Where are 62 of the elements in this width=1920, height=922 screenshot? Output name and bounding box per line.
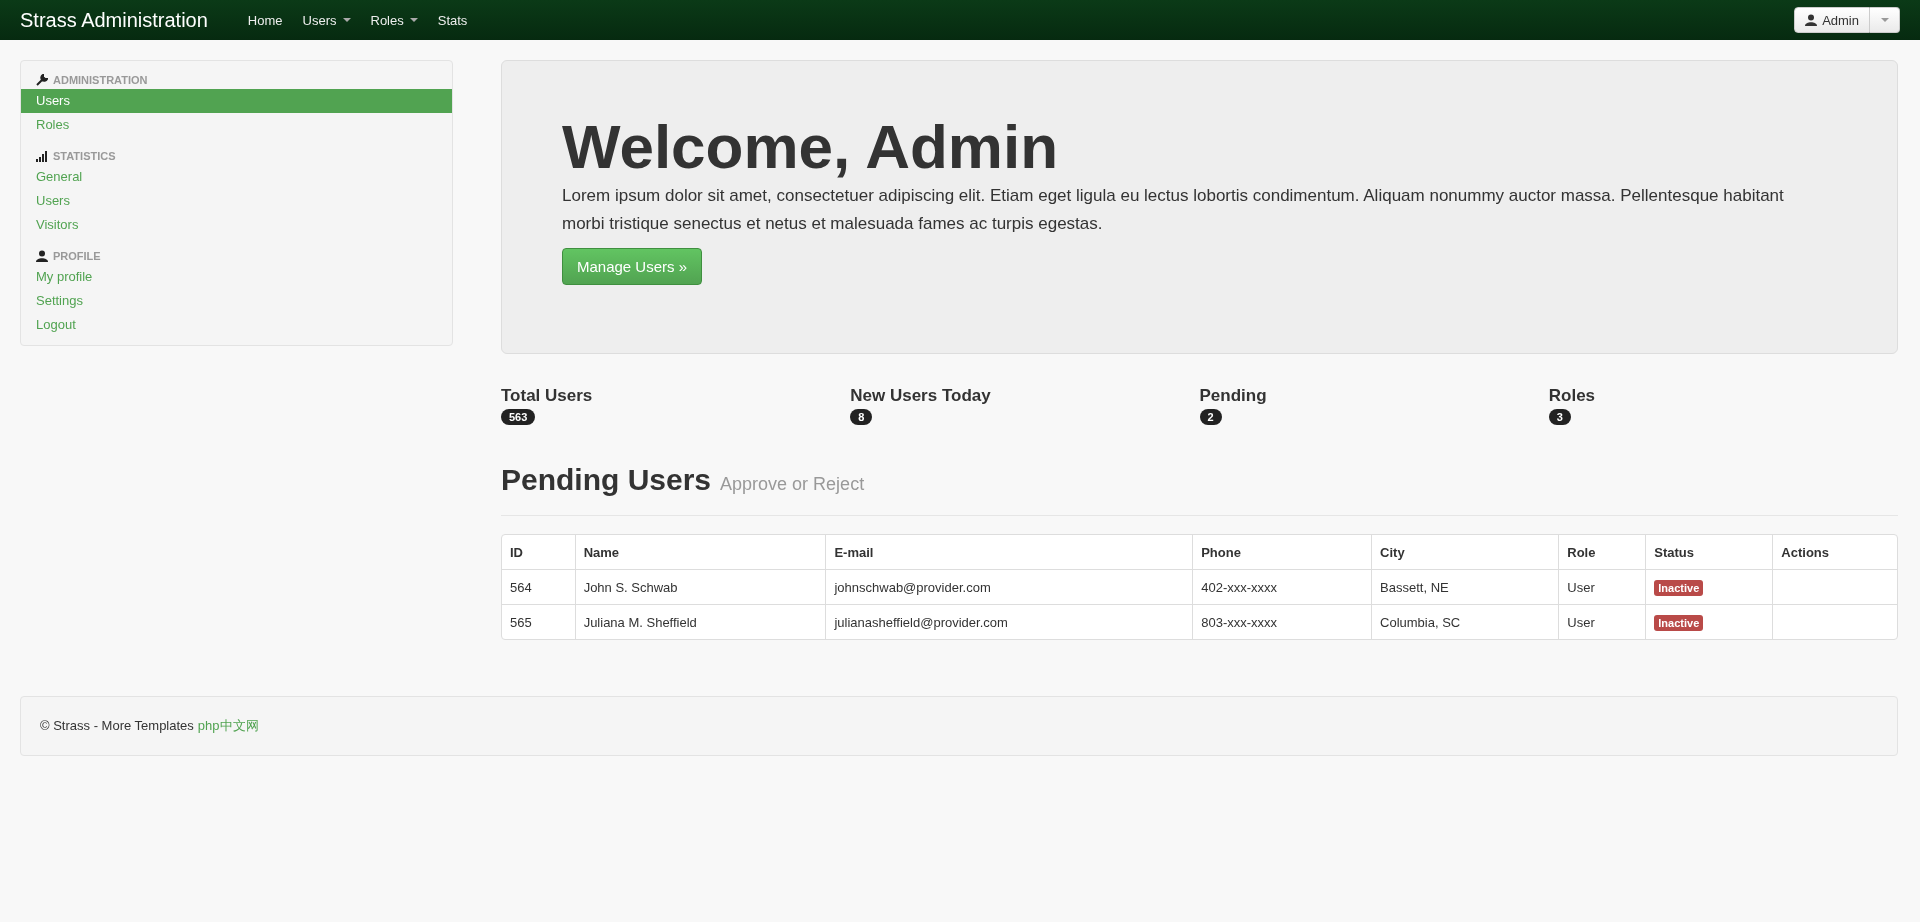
- nav-link[interactable]: Stats: [427, 12, 478, 28]
- hero-title: Welcome, Admin: [562, 116, 1060, 178]
- table-cell: johnschwab@provider.com: [825, 569, 1193, 604]
- section-heading: STATISTICS: [53, 150, 116, 162]
- table-cell: 565: [502, 604, 575, 639]
- column-header: Actions: [1772, 535, 1897, 569]
- sidebar-item[interactable]: Users: [21, 89, 452, 113]
- sidebar-item[interactable]: Settings: [21, 289, 452, 313]
- table-cell: Bassett, NE: [1371, 569, 1559, 604]
- user-icon: [36, 250, 48, 262]
- nav-link[interactable]: Roles: [360, 12, 428, 28]
- caret-icon: [1880, 18, 1889, 22]
- sidebar-item[interactable]: Roles: [21, 113, 452, 137]
- column-header: Phone: [1192, 535, 1372, 569]
- brand-link[interactable]: Strass Administration: [20, 8, 208, 32]
- stat-label: Pending: [1199, 386, 1267, 406]
- column-header: Role: [1558, 535, 1646, 569]
- table-cell: User: [1558, 604, 1646, 639]
- caret-icon: [342, 18, 351, 22]
- status-label: Inactive: [1654, 614, 1704, 631]
- count-badge: 3: [1548, 409, 1571, 425]
- wrench-icon: [36, 74, 48, 86]
- manage-users-button[interactable]: Manage Users »: [562, 248, 703, 285]
- section-heading: ADMINISTRATION: [53, 74, 148, 86]
- status-label: Inactive: [1654, 579, 1704, 596]
- sidebar-item[interactable]: My profile: [21, 265, 452, 289]
- stat-label: Roles: [1548, 386, 1596, 406]
- sidebar-item[interactable]: Users: [21, 189, 452, 213]
- table-cell: 564: [502, 569, 575, 604]
- section-title: Pending Users: [501, 463, 712, 497]
- dropdown-button[interactable]: [1870, 7, 1900, 33]
- column-header: Name: [574, 535, 826, 569]
- table-cell: Juliana M. Sheffield: [574, 604, 826, 639]
- sidebar-item[interactable]: General: [21, 165, 452, 189]
- section-subtitle: Approve or Reject: [720, 474, 865, 495]
- user-button[interactable]: Admin: [1794, 7, 1870, 33]
- table-cell: John S. Schwab: [574, 569, 826, 604]
- stat-label: Total Users: [501, 386, 593, 406]
- user-icon: [1805, 14, 1818, 26]
- hero-text: Lorem ipsum dolor sit amet, consectetuer adipiscing elit. Etiam eget ligula eu lectus lobortis condimentum. Aliquam nonummy auctor massa. Pellentesque habitant morbi tristique senectus et netus et malesuada fames ac turpis egestas.: [562, 185, 1785, 235]
- count-badge: 2: [1199, 409, 1222, 425]
- table-cell: 402-xxx-xxxx: [1192, 569, 1372, 604]
- signal-bars-icon: [36, 150, 48, 162]
- count-badge: 563: [501, 409, 536, 425]
- count-badge: 8: [850, 409, 873, 425]
- table-cell: 803-xxx-xxxx: [1192, 604, 1372, 639]
- nav-link[interactable]: Users: [292, 12, 361, 28]
- column-header: City: [1371, 535, 1559, 569]
- column-header: E-mail: [825, 535, 1193, 569]
- table-cell: User: [1558, 569, 1646, 604]
- column-header: ID: [509, 543, 524, 562]
- footer-text: © Strass - More Templates: [40, 718, 194, 733]
- table-cell: julianasheffield@provider.com: [825, 604, 1193, 639]
- caret-icon: [409, 18, 418, 22]
- nav-link[interactable]: Home: [237, 12, 293, 28]
- footer-link[interactable]: php中文网: [197, 718, 259, 733]
- sidebar-item[interactable]: Logout: [21, 313, 452, 337]
- stat-label: New Users Today: [850, 386, 991, 406]
- section-heading: PROFILE: [53, 250, 101, 262]
- column-header: Status: [1645, 535, 1773, 569]
- table-cell: Columbia, SC: [1371, 604, 1559, 639]
- sidebar-item[interactable]: Visitors: [21, 213, 452, 237]
